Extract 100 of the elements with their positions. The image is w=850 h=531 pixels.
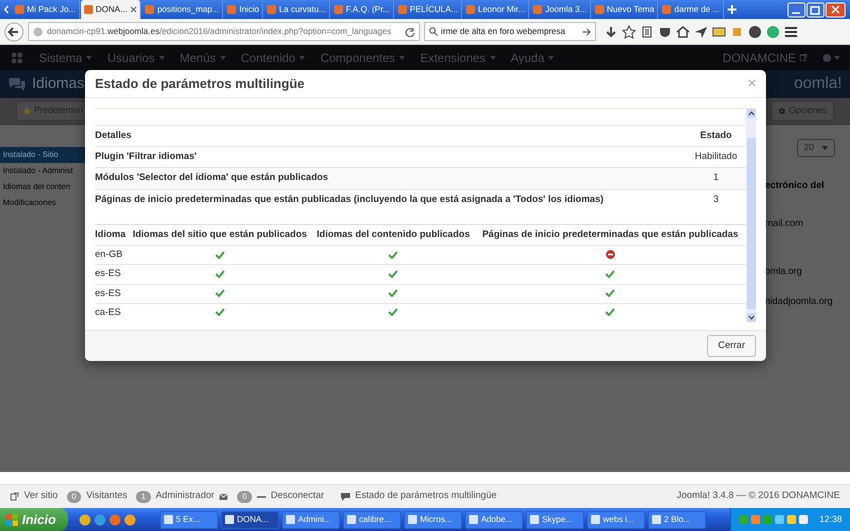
favicon-icon xyxy=(466,5,475,14)
card-icon[interactable] xyxy=(712,24,726,38)
scroll-up-icon[interactable] xyxy=(746,108,756,118)
windows-flag-icon xyxy=(6,514,18,526)
joomla-logo: oomla! xyxy=(794,74,842,94)
favicon-icon xyxy=(533,5,542,14)
envelope-icon xyxy=(219,492,228,501)
clipboard-icon[interactable] xyxy=(640,24,654,38)
external-link-icon xyxy=(800,54,807,61)
favicon-icon xyxy=(227,5,236,14)
table-text: mail.com xyxy=(765,216,804,231)
bookmark-star-icon[interactable] xyxy=(622,24,636,38)
detail-text: Páginas de inicio predeterminadas que están publicadas (incluyendo la que está asignada a 'Todos' los idiomas) xyxy=(95,194,604,205)
external-link-icon xyxy=(10,492,19,501)
sidebar-item[interactable]: Idiomas del conten xyxy=(0,179,85,195)
menu-item[interactable]: Ayuda xyxy=(510,48,554,66)
favicon-icon xyxy=(84,5,93,14)
taskbar-button[interactable]: 2 Blo... xyxy=(648,510,706,528)
caret-icon xyxy=(86,56,92,60)
sidebar-item[interactable]: Instalado - Administ xyxy=(0,163,85,179)
scroll-down-icon[interactable] xyxy=(746,313,756,322)
close-button[interactable]: Cerrar xyxy=(707,334,756,358)
menu-item[interactable]: Contenido xyxy=(240,48,306,66)
window-icon xyxy=(346,515,356,524)
column-header: Estado xyxy=(700,130,732,141)
taskbar-button[interactable]: webs i... xyxy=(586,510,645,528)
download-icon[interactable] xyxy=(604,24,618,38)
column-header: Detalles xyxy=(95,130,132,141)
table-text: nidadjoomla.org xyxy=(765,295,833,310)
back-icon[interactable] xyxy=(4,22,24,42)
menu-item[interactable]: Sistema xyxy=(39,48,92,66)
close-icon[interactable] xyxy=(130,6,138,13)
comment-icon xyxy=(341,492,350,501)
address-field[interactable]: donamcin-cp91.webjoomla.es/edicion2016/administrator/index.php?option=com_languages xyxy=(28,22,420,41)
window-icon xyxy=(286,515,295,524)
taskbar-button[interactable]: Adobe... xyxy=(464,510,523,528)
window-icon xyxy=(530,515,539,524)
start-button[interactable]: Inicio xyxy=(0,508,68,531)
caret-icon xyxy=(548,56,554,60)
column-header: Idiomas del sitio que están publicados xyxy=(132,228,307,240)
reload-icon[interactable] xyxy=(405,26,415,36)
speech-bubbles-icon xyxy=(8,77,26,91)
table-text: ectrónico del xyxy=(765,178,824,192)
table-text: omla.org xyxy=(765,265,802,279)
language-code: en-GB xyxy=(95,249,122,260)
caret-icon xyxy=(299,56,306,60)
favicon-icon xyxy=(594,5,604,14)
status-text: 1 xyxy=(713,172,719,184)
user-link[interactable]: DONAMCINE xyxy=(722,48,807,66)
modal-title: Estado de parámetros multilingüe xyxy=(95,74,304,93)
sidebar-item[interactable]: Modificaciones xyxy=(0,195,85,211)
favicon-icon xyxy=(145,5,154,14)
caret-icon xyxy=(822,146,828,150)
sidebar-item[interactable]: Instalado - Sitio xyxy=(0,147,85,163)
language-code: es-ES xyxy=(95,288,121,299)
window-icon xyxy=(224,515,234,524)
caret-icon xyxy=(399,56,406,60)
column-header: Idiomas del contenido publicados xyxy=(316,228,470,240)
column-header: Páginas de inicio predeterminadas que están publicadas xyxy=(482,228,738,240)
taskbar-button[interactable]: Micros... xyxy=(404,510,462,528)
status-text: 3 xyxy=(713,194,719,205)
taskbar-button[interactable]: Skype... xyxy=(526,510,584,528)
window-icon xyxy=(468,515,478,524)
search-field[interactable]: irme de alta en foro webempresa xyxy=(424,22,596,41)
taskbar-button[interactable]: DONA... xyxy=(220,510,279,528)
taskbar-button[interactable]: Admini... xyxy=(282,510,340,528)
view-site-link[interactable]: Ver sitio xyxy=(24,489,58,504)
caret-icon xyxy=(220,56,226,60)
version-text: Joomla! 3.4.8 — © 2016 DONAMCINE xyxy=(676,489,840,504)
send-icon[interactable] xyxy=(694,24,708,38)
scrollbar[interactable] xyxy=(746,108,756,322)
favicon-icon xyxy=(267,5,276,14)
count-badge: 0 xyxy=(66,490,82,502)
administrators-label: Administrador xyxy=(156,489,214,504)
clock: 12:38 xyxy=(819,512,842,526)
favicon-icon xyxy=(398,5,407,14)
taskbar-button[interactable]: 5 Ex... xyxy=(160,510,218,528)
multilingual-status-link[interactable]: Estado de parámetros multilingüe xyxy=(355,489,497,504)
count-badge: 0 xyxy=(237,490,252,502)
menu-item[interactable]: Menús xyxy=(180,48,226,66)
limit-select[interactable]: 20 xyxy=(797,139,836,156)
visitors-label: Visitantes xyxy=(86,489,128,504)
menu-icon[interactable] xyxy=(784,24,798,38)
menu-item[interactable]: Componentes xyxy=(320,48,406,66)
window-icon xyxy=(652,515,661,524)
browser-tab[interactable]: DONA... xyxy=(80,0,142,19)
logout-link[interactable]: Desconectar xyxy=(270,489,324,504)
menu-item[interactable]: Usuarios xyxy=(107,48,165,66)
home-icon[interactable] xyxy=(676,24,690,38)
window-controls-icon[interactable] xyxy=(787,1,847,18)
taskbar-button[interactable]: calibre... xyxy=(342,510,401,528)
window-icon xyxy=(590,515,600,524)
search-icon xyxy=(429,27,438,36)
language-code: es-ES xyxy=(95,268,121,280)
caret-icon xyxy=(158,56,165,60)
favicon-icon xyxy=(662,5,672,14)
detail-text: Módulos 'Selector del idioma' que están publicados xyxy=(95,172,328,184)
menu-item[interactable]: Extensiones xyxy=(420,48,496,66)
go-arrow-icon[interactable] xyxy=(583,28,591,36)
language-code: ca-ES xyxy=(95,306,121,318)
